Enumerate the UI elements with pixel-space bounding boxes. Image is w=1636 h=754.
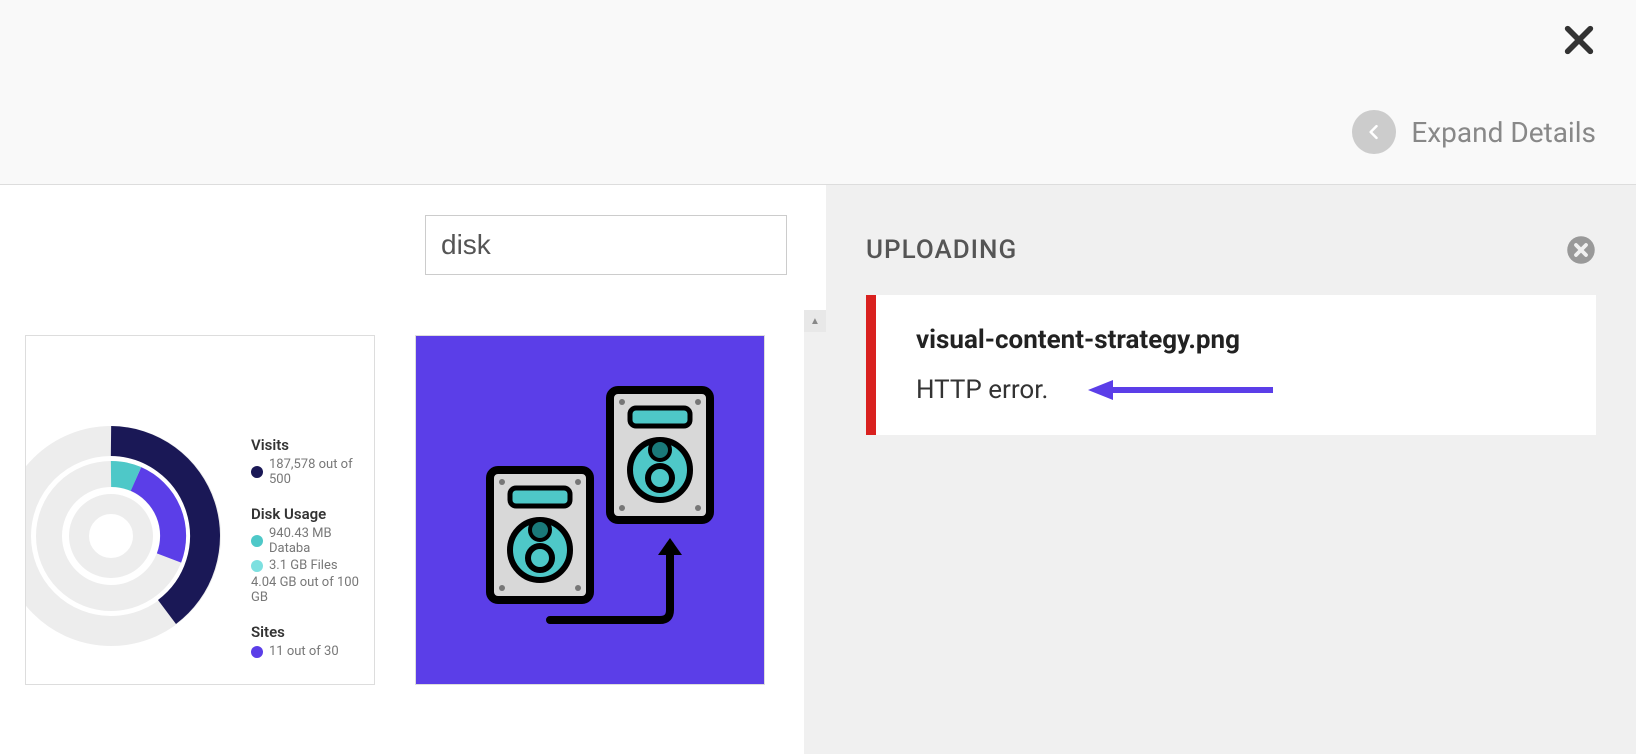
stat-disk-total: 4.04 GB out of 100 GB xyxy=(251,575,374,605)
stat-sites-title: Sites xyxy=(251,623,374,641)
upload-error-text: HTTP error. xyxy=(916,375,1048,405)
stat-disk-files: 3.1 GB Files xyxy=(269,558,338,573)
dot-icon xyxy=(251,560,263,572)
expand-details-label: Expand Details xyxy=(1411,116,1596,149)
arrow-annotation-icon xyxy=(1078,375,1278,405)
chevron-left-icon xyxy=(1352,110,1396,154)
right-panel: UPLOADING visual-content-strategy.png HT… xyxy=(826,185,1636,754)
thumbnail-disk-icon[interactable] xyxy=(415,335,765,685)
disk-transfer-icon xyxy=(460,370,720,650)
donut-chart-icon xyxy=(25,416,231,660)
left-panel: Visits 187,578 out of 500 Disk Usage 940… xyxy=(0,185,826,754)
close-button[interactable] xyxy=(1562,20,1596,67)
dot-icon xyxy=(251,466,263,478)
expand-details-button[interactable]: Expand Details xyxy=(1352,110,1596,154)
header: Expand Details xyxy=(0,0,1636,185)
stat-visits-value: 187,578 out of 500 xyxy=(269,457,374,487)
stat-sites-value: 11 out of 30 xyxy=(269,644,339,659)
upload-item: visual-content-strategy.png HTTP error. xyxy=(866,295,1596,435)
close-circle-icon xyxy=(1566,235,1596,265)
stat-disk-db: 940.43 MB Databa xyxy=(269,526,374,556)
dot-icon xyxy=(251,646,263,658)
upload-header: UPLOADING xyxy=(866,235,1596,265)
content: Visits 187,578 out of 500 Disk Usage 940… xyxy=(0,185,1636,754)
thumbnail-stats: Visits 187,578 out of 500 Disk Usage 940… xyxy=(251,436,374,677)
stat-disk-title: Disk Usage xyxy=(251,505,374,523)
upload-filename: visual-content-strategy.png xyxy=(916,325,1556,355)
thumbnails: Visits 187,578 out of 500 Disk Usage 940… xyxy=(20,335,806,685)
scrollbar[interactable]: ▲ xyxy=(804,310,826,754)
search-input[interactable] xyxy=(425,215,787,275)
upload-title: UPLOADING xyxy=(866,235,1017,265)
upload-close-button[interactable] xyxy=(1566,235,1596,265)
close-icon xyxy=(1562,23,1596,57)
stat-visits-title: Visits xyxy=(251,436,374,454)
thumbnail-dashboard[interactable]: Visits 187,578 out of 500 Disk Usage 940… xyxy=(25,335,375,685)
scrollbar-up-button[interactable]: ▲ xyxy=(804,310,826,332)
dot-icon xyxy=(251,535,263,547)
